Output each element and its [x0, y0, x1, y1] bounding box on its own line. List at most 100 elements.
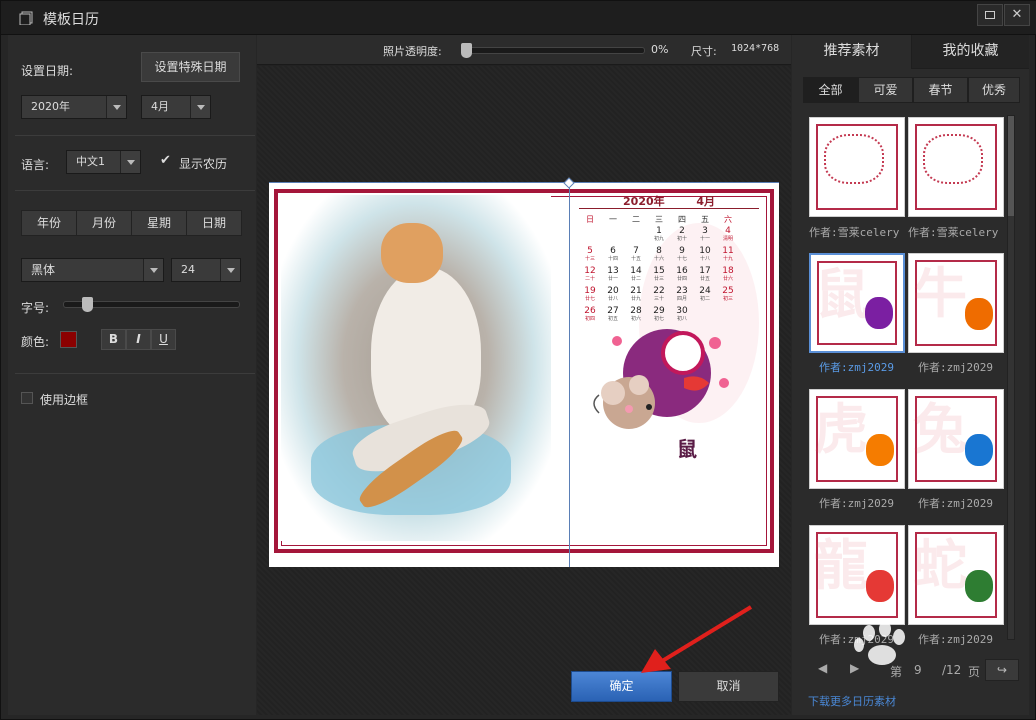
calendar-page-preview[interactable]: 2020年 4月 日一二三四五六 1 初九 2 初十 3 十一 4 清明 5 十三 6 十四 7 十五 8 十… [269, 177, 779, 567]
lunar-date: 初六 [630, 316, 641, 322]
year-value: 2020年 [31, 100, 70, 113]
lunar-date: 廿六 [722, 276, 733, 282]
month-select[interactable]: 4月 [141, 95, 211, 119]
use-border-label[interactable]: 使用边框 [40, 391, 88, 408]
lunar-date: 初九 [653, 236, 664, 242]
lunar-date: 十三 [584, 256, 595, 262]
close-button[interactable]: ✕ [1004, 4, 1030, 26]
lunar-date: 四月 [676, 296, 687, 302]
template-thumbnail[interactable]: 牛 [908, 253, 1004, 353]
slider-handle[interactable] [82, 297, 93, 312]
size-value: 24 [181, 263, 195, 276]
special-date-button[interactable]: 设置特殊日期 [141, 52, 240, 82]
use-border-checkbox[interactable] [21, 392, 33, 404]
template-thumbnail[interactable]: 兔 [908, 389, 1004, 489]
calendar-day: 30 初八 [671, 307, 693, 323]
maximize-button[interactable] [977, 4, 1003, 26]
calendar-day: 7 十五 [625, 247, 647, 263]
template-thumbnail[interactable]: 虎 [809, 389, 905, 489]
calendar-day: 3 十一 [694, 227, 716, 243]
calendar-day: 6 十四 [602, 247, 624, 263]
scrollbar-thumb[interactable] [1008, 116, 1014, 216]
template-thumbnail[interactable] [809, 117, 905, 217]
template-author: 作者:雪莱celery [908, 226, 999, 239]
annotation-arrow [641, 605, 753, 673]
segment-day[interactable]: 日期 [186, 210, 242, 236]
tab-recommended[interactable]: 推荐素材 [792, 35, 912, 69]
day-number: 7 [633, 246, 639, 256]
material-panel: 推荐素材 我的收藏 全部 可爱 春节 优秀 作者:雪莱celery 作者:雪莱ce… [792, 35, 1029, 715]
chevron-down-icon [190, 96, 210, 118]
lunar-date: 十九 [722, 256, 733, 262]
segment-year[interactable]: 年份 [21, 210, 77, 236]
day-number: 25 [722, 286, 734, 296]
baidu-watermark [799, 623, 1031, 717]
chevron-down-icon [220, 259, 240, 281]
language-select[interactable]: 中文1 [66, 150, 141, 174]
segment-weekday[interactable]: 星期 [131, 210, 187, 236]
lunar-date: 十五 [630, 256, 641, 262]
opacity-label: 照片透明度: [383, 45, 442, 58]
template-scrollbar[interactable] [1007, 115, 1015, 640]
calendar-day: 14 廿二 [625, 267, 647, 283]
divider [15, 190, 255, 191]
template-thumbnail[interactable]: 蛇 [908, 525, 1004, 625]
day-number: 14 [630, 266, 642, 276]
filter-all[interactable]: 全部 [803, 77, 858, 103]
calendar-month: 4月 [696, 195, 715, 208]
size-select[interactable]: 24 [171, 258, 241, 282]
cat-photo[interactable] [281, 195, 551, 541]
calendar-day: 20 廿八 [602, 287, 624, 303]
selection-guide-vertical[interactable] [569, 183, 570, 567]
slider-handle[interactable] [461, 43, 472, 58]
lunar-date: 初八 [676, 316, 687, 322]
calendar-day: 23 四月 [671, 287, 693, 303]
chevron-down-icon [143, 259, 163, 281]
day-number: 9 [679, 246, 685, 256]
font-size-slider[interactable] [63, 297, 240, 312]
calendar-day: 10 十八 [694, 247, 716, 263]
day-number: 24 [699, 286, 711, 296]
chevron-down-icon [120, 151, 140, 173]
selection-guide-horizontal [269, 182, 779, 183]
bold-button[interactable]: B [101, 329, 126, 350]
calendar-day: 15 廿三 [648, 267, 670, 283]
day-number: 4 [725, 226, 731, 236]
calendar-day: 29 初七 [648, 307, 670, 323]
tab-favorites[interactable]: 我的收藏 [912, 35, 1029, 69]
calendar-day: 1 初九 [648, 227, 670, 243]
lunar-date: 廿二 [630, 276, 641, 282]
zodiac-background-char: 兔 [913, 398, 967, 461]
lunar-date: 十四 [607, 256, 618, 262]
underline-button[interactable]: U [151, 329, 176, 350]
lace-frame-decoration [923, 134, 983, 184]
template-thumbnail[interactable] [908, 117, 1004, 217]
segment-month[interactable]: 月份 [76, 210, 132, 236]
show-lunar-label[interactable]: 显示农历 [179, 155, 227, 172]
weekday-0: 日 [586, 215, 594, 224]
calendar-day: 4 清明 [717, 227, 739, 243]
color-swatch[interactable] [60, 331, 77, 348]
paw-logo [854, 623, 905, 665]
weekday-3: 三 [655, 215, 663, 224]
checkmark-icon[interactable]: ✔ [160, 153, 171, 168]
filter-spring-festival[interactable]: 春节 [913, 77, 968, 103]
opacity-slider[interactable] [461, 43, 645, 58]
font-select[interactable]: 黑体 [21, 258, 164, 282]
day-number: 10 [699, 246, 711, 256]
size-label: 尺寸: [691, 45, 717, 58]
filter-cute[interactable]: 可爱 [858, 77, 913, 103]
year-select[interactable]: 2020年 [21, 95, 127, 119]
day-number: 23 [676, 286, 688, 296]
lunar-date: 初七 [653, 316, 664, 322]
template-thumbnail[interactable]: 鼠 [809, 253, 905, 353]
lunar-date: 十七 [676, 256, 687, 262]
template-author: 作者:zmj2029 [918, 361, 993, 374]
calendar-day: 21 廿九 [625, 287, 647, 303]
italic-button[interactable]: I [126, 329, 151, 350]
template-calendar-window: 模板日历 ✕ 设置日期: 设置特殊日期 2020年 4月 语言: 中文1 ✔ 显… [0, 0, 1036, 720]
day-number: 3 [702, 226, 708, 236]
filter-excellent[interactable]: 优秀 [968, 77, 1020, 103]
zodiac-background-char: 蛇 [913, 534, 967, 597]
template-thumbnail[interactable]: 龍 [809, 525, 905, 625]
